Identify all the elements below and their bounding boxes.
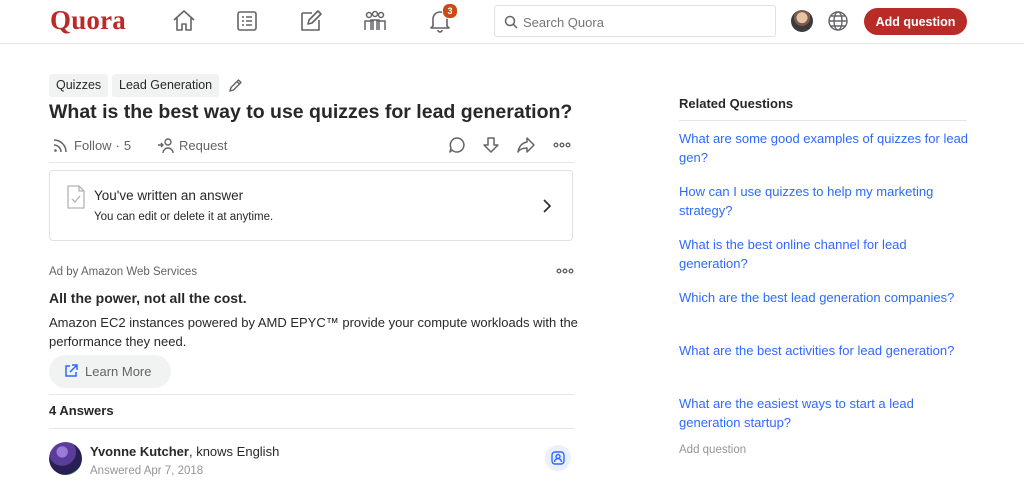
follow-label: Follow — [74, 137, 112, 153]
answer-author-line: Yvonne Kutcher, knows English — [90, 444, 279, 459]
comment-icon[interactable] — [447, 135, 467, 155]
follow-rss-icon — [53, 138, 67, 152]
learn-more-button[interactable]: Learn More — [49, 355, 171, 388]
related-questions-title: Related Questions — [679, 96, 794, 111]
answers-count[interactable]: 4 Answers — [49, 403, 114, 418]
topic-tag-lead-generation[interactable]: Lead Generation — [112, 74, 220, 97]
external-link-icon — [65, 364, 78, 377]
share-icon[interactable] — [516, 135, 536, 155]
written-answer-subtitle: You can edit or delete it at anytime. — [94, 211, 274, 223]
follow-count: 5 — [123, 137, 132, 153]
related-question-link[interactable]: What are the best activities for lead ge… — [679, 341, 974, 360]
search-box[interactable] — [494, 5, 776, 37]
related-question-link[interactable]: How can I use quizzes to help my marketi… — [679, 182, 974, 220]
related-question-link[interactable]: What are some good examples of quizzes f… — [679, 129, 974, 167]
document-check-icon — [67, 185, 85, 209]
learn-more-label: Learn More — [85, 364, 152, 379]
top-bar: Quora 3 Search Quora Add question — [0, 0, 1024, 44]
notifications-badge: 3 — [442, 3, 458, 19]
divider — [49, 162, 574, 163]
divider — [49, 428, 574, 429]
answer-author-avatar[interactable] — [49, 442, 82, 475]
edit-pencil-icon[interactable] — [298, 8, 324, 34]
search-input[interactable] — [521, 11, 765, 33]
spaces-people-icon[interactable] — [362, 8, 388, 34]
ad-more-options-icon[interactable] — [555, 264, 575, 278]
answer-list-icon[interactable] — [234, 8, 260, 34]
add-question-button[interactable]: Add question — [864, 8, 967, 35]
ad-title[interactable]: All the power, not all the cost. — [49, 290, 247, 306]
follow-separator: · — [115, 137, 120, 153]
chevron-right-icon[interactable] — [540, 197, 554, 215]
divider — [49, 394, 574, 395]
request-person-icon — [158, 137, 174, 153]
ad-sponsor-label[interactable]: Ad by Amazon Web Services — [49, 266, 197, 278]
profile-avatar[interactable] — [791, 10, 813, 32]
topic-tag-quizzes[interactable]: Quizzes — [49, 74, 109, 97]
home-icon[interactable] — [171, 8, 197, 34]
related-question-link[interactable]: What are the easiest ways to start a lea… — [679, 394, 974, 432]
edit-topics-pencil-icon[interactable] — [228, 78, 243, 93]
question-title[interactable]: What is the best way to use quizzes for … — [49, 101, 572, 124]
globe-language-icon[interactable] — [827, 10, 849, 32]
request-button[interactable]: Request — [157, 136, 227, 154]
divider — [679, 120, 967, 121]
search-icon — [504, 15, 518, 29]
written-answer-title: You've written an answer — [94, 188, 244, 203]
follow-author-button[interactable] — [545, 445, 571, 471]
answer-date[interactable]: Answered Apr 7, 2018 — [90, 465, 203, 477]
quora-logo[interactable]: Quora — [50, 5, 126, 36]
request-label: Request — [179, 137, 228, 153]
follow-button[interactable]: Follow · 5 — [52, 136, 131, 154]
more-options-icon[interactable] — [552, 135, 572, 155]
answer-author-name[interactable]: Yvonne Kutcher — [90, 444, 189, 459]
written-answer-card[interactable]: You've written an answer You can edit or… — [49, 170, 573, 241]
downvote-icon[interactable] — [481, 135, 501, 155]
follow-person-icon — [551, 451, 565, 465]
related-question-link[interactable]: Which are the best lead generation compa… — [679, 288, 974, 307]
answer-author-credential: knows English — [196, 444, 280, 459]
related-question-link[interactable]: What is the best online channel for lead… — [679, 235, 974, 273]
related-add-question-link[interactable]: Add question — [679, 444, 746, 456]
ad-body: Amazon EC2 instances powered by AMD EPYC… — [49, 315, 578, 349]
